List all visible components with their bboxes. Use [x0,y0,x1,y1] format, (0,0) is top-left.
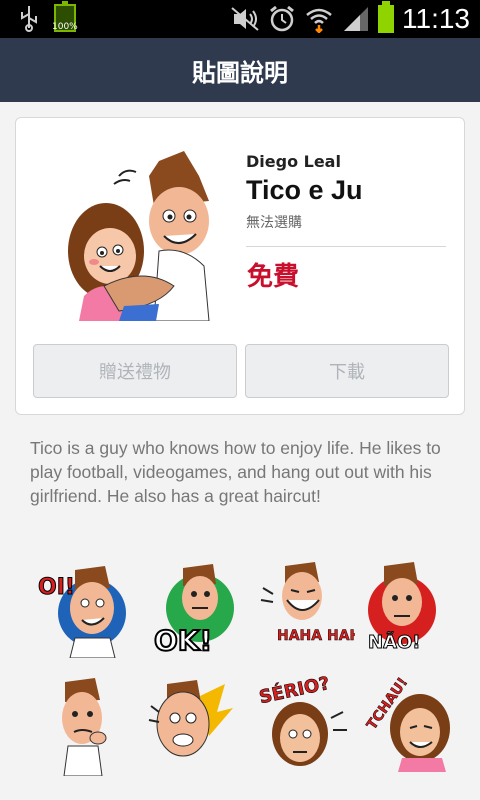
signal-icon [344,7,368,31]
package-title: Tico e Ju [246,175,363,205]
battery-percentage: 100% [52,22,78,32]
sticker-oi[interactable]: OI! [30,558,130,658]
mute-icon [231,7,259,31]
sticker-nao[interactable]: NÃO! [362,558,462,658]
sticker-text-nao: NÃO! [368,630,421,653]
sticker-text-ok: OK! [154,624,212,657]
sticker-serio[interactable]: SÉRIO? [255,672,355,772]
sticker-ok[interactable]: OK! [150,558,250,658]
usb-icon [21,6,37,32]
sticker-scared[interactable] [145,676,245,776]
header-bar: 貼圖說明 [0,38,480,102]
clock: 11:13 [402,3,470,34]
divider [246,246,446,247]
package-info: Diego Leal Tico e Ju 無法選購 [246,152,446,232]
alarm-icon [270,5,294,32]
sticker-haha[interactable]: HAHA HAHA! [255,558,355,658]
battery-full-icon [378,1,394,33]
status-bar: 100% 11:13 [0,0,480,38]
main-sticker-image [68,151,210,321]
package-card: Diego Leal Tico e Ju 無法選購 免費 贈送禮物 下載 [15,117,465,415]
sticker-tchau[interactable]: TCHAU! [362,672,462,772]
status-right: 11:13 [230,1,470,35]
price-label: 免費 [247,262,300,292]
sticker-text-haha: HAHA HAHA! [277,628,355,644]
sticker-thinking[interactable] [40,676,140,776]
package-description: Tico is a guy who knows how to enjoy lif… [30,438,441,506]
page-title: 貼圖說明 [192,58,288,87]
gift-button[interactable]: 贈送禮物 [33,344,237,398]
sticker-text-oi: OI! [38,575,75,600]
author-name: Diego Leal [246,152,341,171]
download-button[interactable]: 下載 [245,344,449,398]
purchase-note: 無法選購 [246,215,302,231]
wifi-icon [306,8,332,33]
